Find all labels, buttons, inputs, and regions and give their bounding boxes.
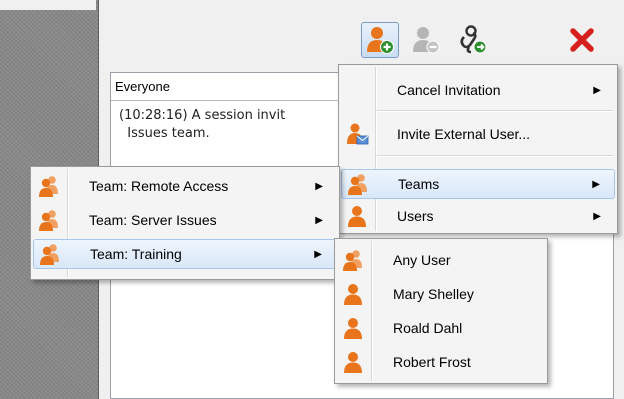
remove-participant-button[interactable]: [407, 22, 445, 58]
menu-item-label: Any User: [393, 252, 451, 268]
menu-item-label: Robert Frost: [393, 354, 471, 370]
submenu-arrow-icon: ▶: [593, 84, 601, 96]
menu-separator: [377, 155, 613, 157]
menu-item-label: Team: Remote Access: [89, 178, 229, 194]
menu-item-label: Users: [397, 208, 434, 224]
team-icon: [341, 248, 365, 272]
menu-item-team-remote-access[interactable]: Team: Remote Access ▶: [33, 171, 337, 201]
chat-message-line2: Issues team.: [119, 126, 210, 141]
invite-external-user-icon: [345, 122, 369, 146]
menu-item-invite-external-user[interactable]: Invite External User...: [341, 119, 615, 149]
menu-item-label: Cancel Invitation: [397, 82, 501, 98]
menu-item-mary-shelley[interactable]: Mary Shelley: [337, 279, 545, 309]
user-icon: [341, 282, 365, 306]
submenu-arrow-icon: ▶: [315, 180, 323, 192]
submenu-arrow-icon: ▶: [314, 248, 322, 260]
link-icon: [460, 25, 487, 54]
team-icon: [346, 172, 370, 196]
menu-item-label: Team: Training: [90, 246, 182, 262]
participant-menu: Cancel Invitation ▶ Invite External User…: [338, 64, 618, 234]
close-icon: [570, 28, 594, 52]
user-icon: [345, 204, 369, 228]
remove-user-icon: [413, 27, 440, 54]
menu-separator: [377, 110, 613, 112]
menu-item-label: Invite External User...: [397, 126, 531, 142]
close-button[interactable]: [563, 22, 601, 58]
user-icon: [341, 316, 365, 340]
menu-item-teams[interactable]: Teams ▶: [341, 169, 615, 199]
submenu-arrow-icon: ▶: [592, 178, 600, 190]
user-icon: [341, 350, 365, 374]
menu-item-cancel-invitation[interactable]: Cancel Invitation ▶: [341, 75, 615, 105]
menu-item-label: Team: Server Issues: [89, 212, 217, 228]
link-transfer-button[interactable]: [453, 22, 491, 58]
left-panel-top: [0, 0, 96, 10]
team-icon: [37, 208, 61, 232]
menu-item-roald-dahl[interactable]: Roald Dahl: [337, 313, 545, 343]
menu-item-label: Teams: [398, 176, 440, 192]
menu-item-team-training[interactable]: Team: Training ▶: [33, 239, 337, 269]
add-user-icon: [367, 27, 394, 54]
menu-item-users[interactable]: Users ▶: [341, 201, 615, 231]
submenu-arrow-icon: ▶: [593, 210, 601, 222]
menu-item-label: Roald Dahl: [393, 320, 463, 336]
menu-item-label: Mary Shelley: [393, 286, 474, 302]
add-participant-button[interactable]: [361, 22, 399, 58]
team-icon: [37, 174, 61, 198]
chat-message-line1: (10:28:16) A session invit: [119, 108, 286, 123]
menu-item-team-server-issues[interactable]: Team: Server Issues ▶: [33, 205, 337, 235]
menu-item-any-user[interactable]: Any User: [337, 245, 545, 275]
submenu-arrow-icon: ▶: [315, 214, 323, 226]
teams-submenu: Team: Remote Access ▶ Team: Server Issue…: [30, 166, 340, 280]
team-icon: [38, 242, 62, 266]
training-submenu: Any User Mary Shelley Roald Dahl Robert …: [334, 238, 548, 384]
menu-item-robert-frost[interactable]: Robert Frost: [337, 347, 545, 377]
